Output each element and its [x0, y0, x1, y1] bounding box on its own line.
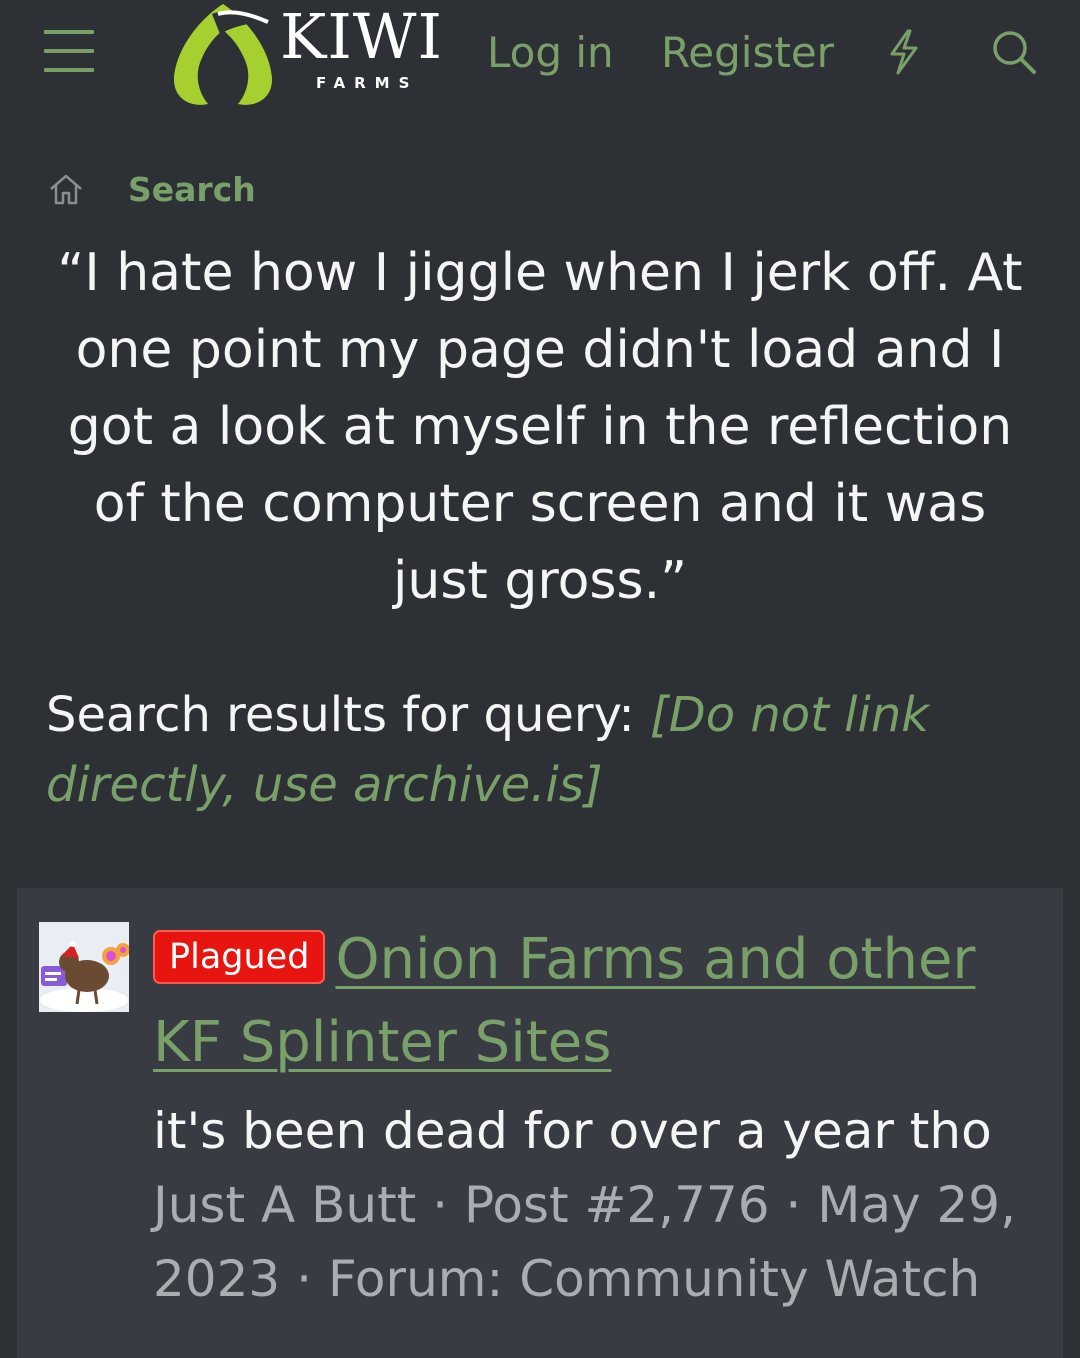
query-prefix: Search results for query: [46, 687, 635, 743]
register-link[interactable]: Register [661, 28, 834, 78]
result-meta: Just A Butt · Post #2,776 · May 29, 2023… [153, 1168, 1033, 1316]
site-header: KIWI FARMS Log in Register [0, 0, 1080, 110]
breadcrumb-search-link[interactable]: Search [128, 170, 256, 209]
menu-icon[interactable] [44, 30, 96, 74]
logo-subtext: FARMS [316, 74, 419, 92]
avatar[interactable] [39, 922, 129, 1012]
author-link[interactable]: Just A Butt [153, 1176, 416, 1234]
login-link[interactable]: Log in [487, 28, 614, 78]
result-title: Plagued Onion Farms and other KF Splinter… [153, 918, 1033, 1084]
kiwi-logo-icon [173, 4, 273, 105]
meta-separator: · [769, 1176, 818, 1234]
forum-link[interactable]: Community Watch [519, 1250, 980, 1308]
search-icon[interactable] [990, 28, 1038, 80]
forum-prefix: Forum: [327, 1250, 520, 1308]
home-icon[interactable] [48, 172, 84, 210]
page-title: “I hate how I jiggle when I jerk off. At… [57, 243, 1023, 611]
bolt-icon[interactable] [884, 28, 924, 80]
site-logo[interactable]: KIWI FARMS [168, 0, 468, 110]
prefix-badge: Plagued [153, 929, 326, 984]
search-query-line: Search results for query: [Do not link d… [46, 680, 1036, 820]
meta-separator: · [416, 1176, 464, 1234]
post-number-link[interactable]: Post #2,776 [464, 1176, 770, 1234]
result-snippet: it's been dead for over a year tho [153, 1102, 992, 1160]
search-result: Plagued Onion Farms and other KF Splinter… [17, 888, 1063, 1358]
result-body: Plagued Onion Farms and other KF Splinter… [153, 918, 1033, 1316]
logo-wordmark: KIWI [280, 0, 444, 73]
meta-separator: · [280, 1250, 328, 1308]
